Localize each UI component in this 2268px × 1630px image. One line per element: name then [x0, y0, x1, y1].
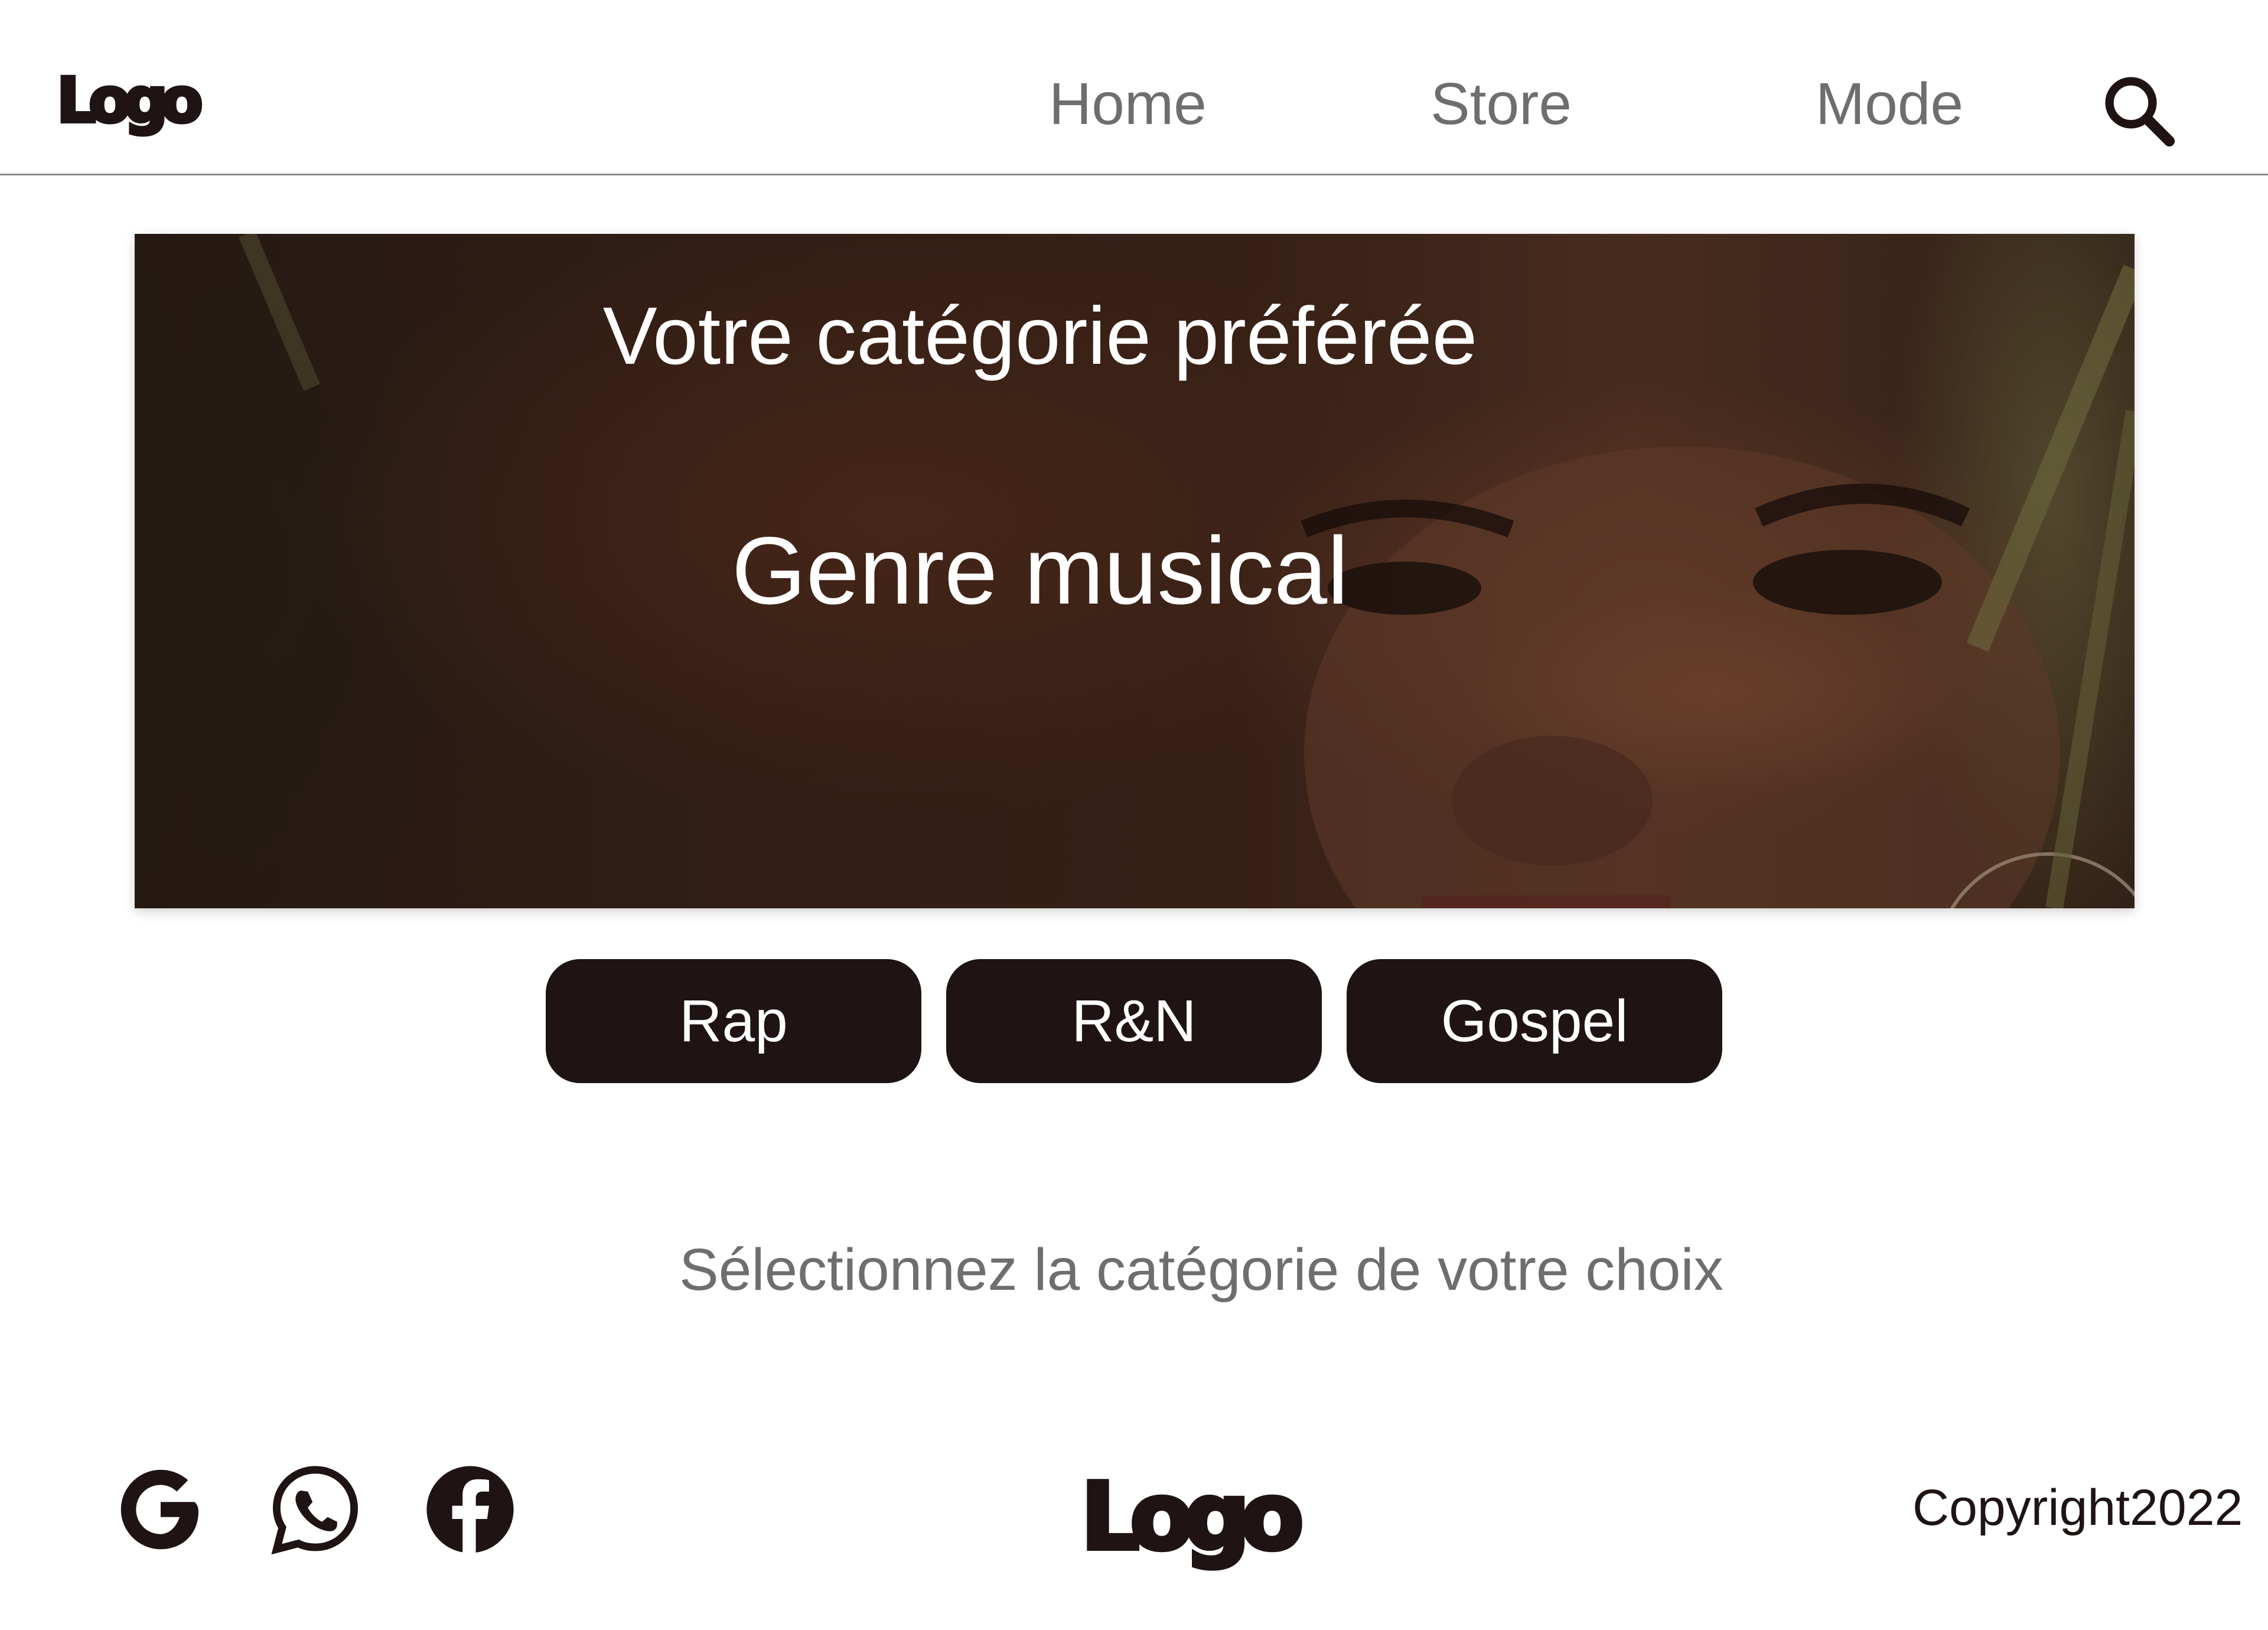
footer-logo[interactable]: Logo — [1078, 1468, 1306, 1565]
nav-mode[interactable]: Mode — [1816, 74, 1963, 133]
rn-button[interactable]: R&N — [946, 959, 1322, 1083]
rap-button[interactable]: Rap — [546, 959, 921, 1083]
helper-text: Sélectionnez la catégorie de votre choix — [679, 1237, 1723, 1303]
whatsapp-icon[interactable] — [268, 1462, 363, 1557]
hero-title: Votre catégorie préférée — [602, 291, 1478, 382]
copyright-text: Copyright2022 — [1912, 1479, 2243, 1536]
site-header: Logo Home Store Mode — [0, 0, 2268, 175]
nav-home[interactable]: Home — [1049, 74, 1207, 133]
search-icon[interactable] — [2100, 72, 2177, 149]
nav-store[interactable]: Store — [1430, 74, 1572, 133]
google-icon[interactable] — [113, 1462, 208, 1557]
facebook-icon[interactable] — [423, 1462, 517, 1557]
hero-banner: Votre catégorie préférée Genre musical — [135, 234, 2135, 908]
hero-subtitle: Genre musical — [731, 517, 1349, 624]
header-logo[interactable]: Logo — [55, 68, 205, 133]
gospel-button[interactable]: Gospel — [1347, 959, 1722, 1083]
